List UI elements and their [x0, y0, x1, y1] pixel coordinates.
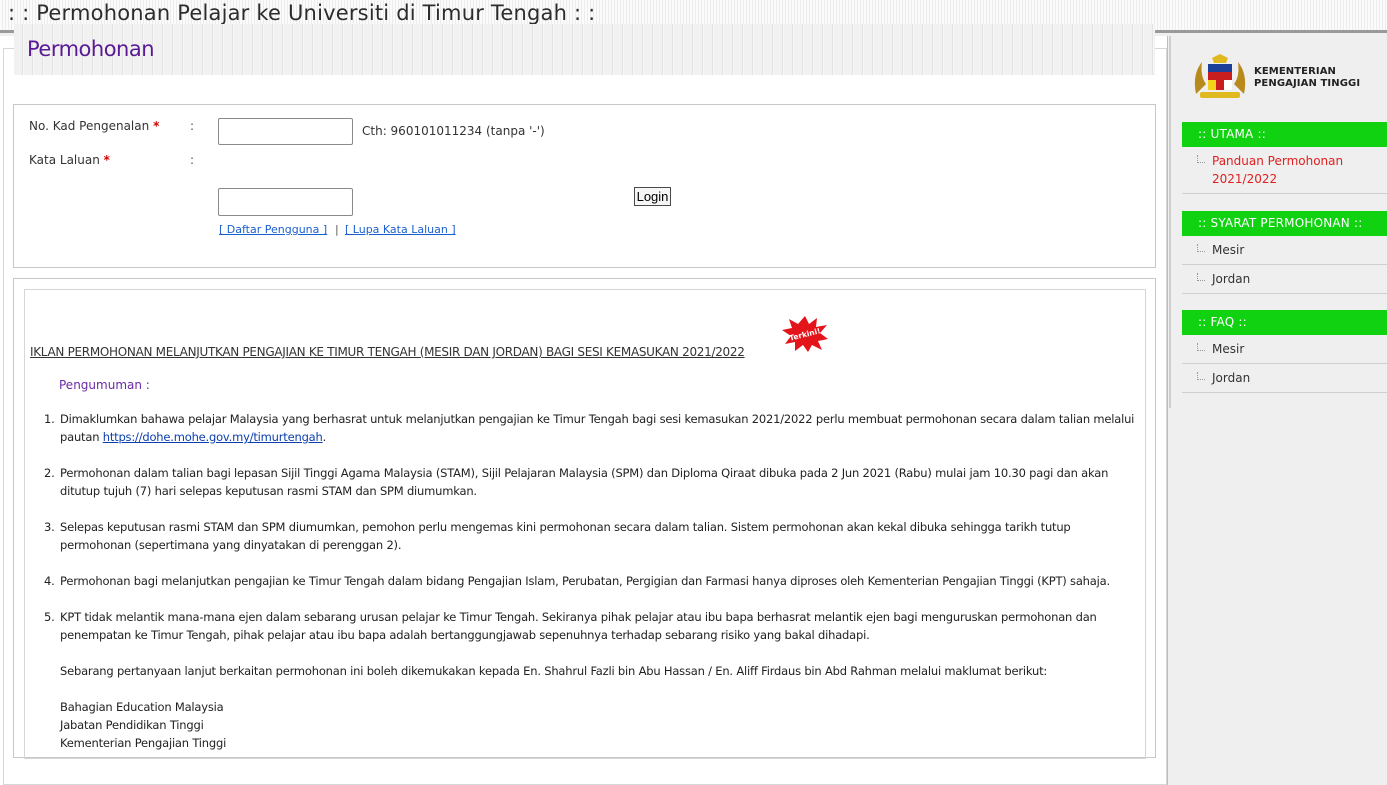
sidebar-item-faq-mesir[interactable]: Mesir: [1182, 335, 1387, 364]
left-tiger-shape: [1194, 62, 1206, 94]
ic-label: No. Kad Pengenalan *: [29, 119, 160, 133]
login-form: No. Kad Pengenalan * : Cth: 960101011234…: [13, 104, 1156, 268]
item-number: 3.: [44, 520, 55, 534]
item-number: 1.: [44, 412, 55, 426]
announcement-panel: IKLAN PERMOHONAN MELANJUTKAN PENGAJIAN K…: [24, 289, 1146, 759]
required-mark: *: [153, 119, 160, 133]
ic-number-input[interactable]: [218, 118, 353, 145]
coat-of-arms-logo: [1194, 54, 1246, 98]
address-line: Jabatan Pendidikan Tinggi: [60, 718, 204, 732]
ministry-name-line1: KEMENTERIAN: [1254, 66, 1337, 77]
register-link[interactable]: [ Daftar Pengguna ]: [219, 223, 327, 236]
password-input[interactable]: [218, 188, 353, 216]
sidebar-item-label[interactable]: Jordan: [1212, 270, 1250, 288]
item-text: Selepas keputusan rasmi STAM dan SPM diu…: [60, 520, 1071, 552]
shield-top-band: [1208, 64, 1232, 72]
contact-intro: Sebarang pertanyaan lanjut berkaitan per…: [60, 664, 1048, 678]
password-label: Kata Laluan *: [29, 153, 110, 167]
ministry-name-line2: PENGAJIAN TINGGI: [1254, 78, 1361, 89]
right-tiger-shape: [1234, 62, 1246, 94]
item-text: KPT tidak melantik mana-mana ejen dalam …: [60, 610, 1097, 642]
sidebar-section-faq: :: FAQ ::: [1182, 310, 1387, 335]
dohe-url-link[interactable]: https://dohe.mohe.gov.my/timurtengah: [103, 430, 323, 444]
tree-connector-icon: [1197, 343, 1205, 351]
forgot-password-link[interactable]: [ Lupa Kata Laluan ]: [345, 223, 456, 236]
sidebar-item-faq-jordan[interactable]: Jordan: [1182, 364, 1387, 393]
ic-example-hint: Cth: 960101011234 (tanpa '-'): [362, 124, 545, 138]
sidebar-item-label[interactable]: Jordan: [1212, 369, 1250, 387]
crescent-star-shape: [1212, 54, 1228, 63]
tree-connector-icon: [1197, 155, 1205, 163]
item-text: Permohonan dalam talian bagi lepasan Sij…: [60, 466, 1109, 498]
ministry-name: KEMENTERIAN PENGAJIAN TINGGI: [1254, 66, 1360, 90]
page-title: Permohonan: [27, 37, 155, 61]
sidebar-item-label[interactable]: Mesir: [1212, 241, 1244, 259]
colon: :: [190, 153, 195, 167]
address-line: Kementerian Pengajian Tinggi: [60, 736, 227, 750]
page-banner: Permohonan: [14, 24, 1155, 75]
tree-connector-icon: [1197, 372, 1205, 380]
notice-label: Pengumuman :: [59, 378, 150, 392]
sidebar-item-syarat-mesir[interactable]: Mesir: [1182, 236, 1387, 265]
sidebar-section-syarat: :: SYARAT PERMOHONAN ::: [1182, 211, 1387, 236]
address-line: Bahagian Education Malaysia: [60, 700, 224, 714]
required-mark: *: [103, 153, 110, 167]
sidebar-item-label[interactable]: Mesir: [1212, 340, 1244, 358]
link-separator: |: [335, 223, 339, 236]
login-button[interactable]: Login: [634, 187, 671, 206]
item-text: Permohonan bagi melanjutkan pengajian ke…: [60, 574, 1110, 588]
sidebar-item-label[interactable]: Panduan Permohonan 2021/2022: [1212, 152, 1362, 188]
sidebar-item-panduan[interactable]: Panduan Permohonan 2021/2022: [1182, 147, 1387, 194]
item-text: Dimaklumkan bahawa pelajar Malaysia yang…: [60, 412, 1135, 444]
shield-left-panel: [1208, 80, 1216, 90]
new-badge-icon: Terkini!: [782, 316, 828, 352]
item-number: 2.: [44, 466, 55, 480]
item-number: 5.: [44, 610, 55, 624]
site-title: : : Permohonan Pelajar ke Universiti di …: [8, 1, 596, 25]
shield-right-panel: [1224, 80, 1232, 90]
item-number: 4.: [44, 574, 55, 588]
sidebar-section-utama: :: UTAMA ::: [1182, 122, 1387, 147]
tree-connector-icon: [1197, 244, 1205, 252]
announcement-title-link[interactable]: IKLAN PERMOHONAN MELANJUTKAN PENGAJIAN K…: [30, 345, 745, 359]
sidebar-divider: [1169, 36, 1171, 408]
announcement-box: IKLAN PERMOHONAN MELANJUTKAN PENGAJIAN K…: [13, 278, 1156, 759]
sidebar-item-syarat-jordan[interactable]: Jordan: [1182, 265, 1387, 294]
tree-connector-icon: [1197, 273, 1205, 281]
colon: :: [190, 119, 195, 133]
motto-scroll-shape: [1200, 92, 1240, 98]
